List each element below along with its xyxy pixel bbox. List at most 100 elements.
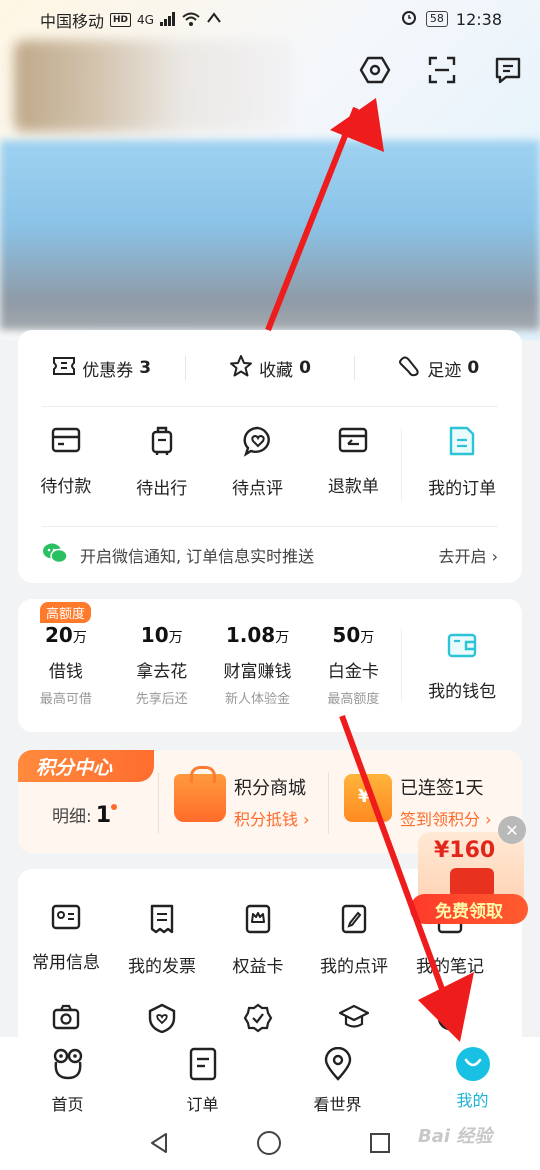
scan-icon[interactable]: [422, 50, 462, 90]
my-wallet-label: 我的钱包: [428, 681, 497, 702]
tab-orders-label: 订单: [186, 1095, 219, 1114]
order-doc-teal-icon: [447, 425, 477, 462]
recents-square-icon[interactable]: [368, 1131, 392, 1159]
wallet-amount: 10万: [141, 623, 183, 647]
shield-heart-icon[interactable]: [114, 1003, 210, 1033]
wechat-notify-row[interactable]: 开启微信通知, 订单信息实时推送 去开启 ›: [42, 540, 498, 570]
coupon-icon: [52, 355, 76, 382]
my-orders-button[interactable]: 我的订单: [402, 425, 522, 515]
tab-explore-label: 看世界: [313, 1095, 362, 1114]
check-in-title: 已连签1天: [400, 778, 484, 799]
bottom-tab-bar: 首页 订单 看世界 我的: [0, 1037, 540, 1119]
refund-button[interactable]: 退款单: [305, 425, 401, 515]
network-type: 4G: [137, 13, 154, 27]
points-detail-value: 1: [95, 803, 112, 828]
settings-hex-icon[interactable]: [355, 50, 395, 90]
carrier-name: 中国移动: [40, 12, 105, 31]
clock-time: 12:38: [455, 9, 502, 29]
invoice-button[interactable]: 我的发票: [114, 903, 210, 977]
points-detail-label: 明细:: [52, 807, 92, 827]
pending-travel-button[interactable]: 待出行: [114, 425, 210, 515]
wallet-teal-icon: [446, 630, 478, 665]
wallet-amount-unit: 万: [168, 630, 183, 646]
pending-payment-button[interactable]: 待付款: [18, 425, 114, 515]
my-reviews-label: 我的点评: [320, 957, 388, 977]
battery-level: 58: [425, 11, 448, 27]
graduation-cap-icon[interactable]: [306, 1003, 402, 1033]
calendar-coin-icon: [344, 774, 392, 822]
wallet-amount: 1.08万: [226, 623, 289, 647]
hd-badge: HD: [110, 13, 132, 27]
favorites-entry[interactable]: 收藏 0: [186, 354, 353, 383]
location-pin-icon: [323, 1046, 353, 1085]
status-bar: 中国移动 HD 4G 58 12:38: [0, 0, 540, 38]
points-mall-title: 积分商城: [234, 778, 306, 799]
camera-icon[interactable]: [18, 1003, 114, 1033]
wealth-entry[interactable]: 1.08万 财富赚钱 新人体验金: [210, 599, 306, 732]
footprint-entry[interactable]: 足迹 0: [355, 354, 522, 383]
benefit-card-label: 权益卡: [232, 957, 284, 977]
favorites-count: 0: [299, 358, 311, 378]
promo-banner-blurred[interactable]: [0, 140, 540, 330]
invoice-label: 我的发票: [128, 957, 196, 977]
points-mall-entry[interactable]: 积分商城 积分抵钱 ›: [174, 766, 310, 830]
home-face-icon: [51, 1047, 85, 1085]
tab-orders[interactable]: 订单: [135, 1037, 270, 1119]
divider: [158, 772, 159, 834]
buy-now-pay-later-entry[interactable]: 10万 拿去花 先享后还: [114, 599, 210, 732]
points-detail[interactable]: 明细: 1: [52, 802, 118, 828]
claim-free-button[interactable]: 免费领取: [410, 894, 528, 924]
footprint-label: 足迹: [427, 360, 462, 381]
enable-notify-link[interactable]: 去开启 ›: [439, 543, 499, 567]
wallet-name: 白金卡: [327, 662, 379, 682]
id-card-icon: [50, 903, 82, 936]
wifi-icon: [182, 11, 200, 30]
pending-review-button[interactable]: 待点评: [210, 425, 306, 515]
home-circle-icon[interactable]: [256, 1130, 282, 1160]
wallet-amount-value: 10: [140, 623, 169, 647]
footprint-icon: [397, 354, 421, 383]
comment-heart-icon: [242, 425, 274, 462]
close-icon[interactable]: ✕: [498, 816, 526, 844]
points-mall-sub: 积分抵钱 ›: [234, 810, 310, 829]
wallet-amount-value: 20: [44, 623, 73, 647]
common-info-button[interactable]: 常用信息: [18, 903, 114, 977]
coupon-entry[interactable]: 优惠券 3: [18, 355, 185, 382]
divider: [42, 526, 498, 527]
pending-review-label: 待点评: [232, 479, 284, 499]
badge-check-icon[interactable]: [210, 1003, 306, 1033]
back-triangle-icon[interactable]: [148, 1131, 170, 1159]
signal-icon: [159, 11, 176, 30]
my-wallet-button[interactable]: 我的钱包: [402, 599, 522, 732]
wallet-row: 高额度 20万 借钱 最高可借 10万 拿去花 先享后还 1.08万 财富赚钱 …: [18, 599, 522, 732]
borrow-entry[interactable]: 高额度 20万 借钱 最高可借: [18, 599, 114, 732]
wallet-amount: 50万: [332, 623, 374, 647]
wallet-name: 拿去花: [136, 662, 188, 682]
order-status-row: 待付款 待出行 待点评 退款单 我的订单: [18, 425, 522, 515]
common-info-label: 常用信息: [32, 953, 100, 973]
tab-explore[interactable]: 看世界: [270, 1037, 405, 1119]
wallet-amount-unit: 万: [72, 630, 87, 646]
wallet-sub: 最高额度: [327, 692, 380, 707]
tab-home-label: 首页: [51, 1095, 84, 1114]
profile-smile-icon: [455, 1047, 490, 1081]
platinum-card-entry[interactable]: 50万 白金卡 最高额度: [305, 599, 401, 732]
tab-mine[interactable]: 我的: [405, 1037, 540, 1119]
divider: [42, 406, 498, 407]
crown-card-icon: [243, 903, 273, 940]
coupon-label: 优惠券: [82, 360, 134, 381]
red-packet-promo[interactable]: ¥160 免费领取 ✕: [410, 816, 530, 936]
my-reviews-button[interactable]: 我的点评: [306, 903, 402, 977]
sync-icon: [206, 11, 222, 30]
divider: [328, 772, 329, 834]
wallet-amount-value: 1.08: [225, 623, 276, 647]
tab-home[interactable]: 首页: [0, 1037, 135, 1119]
profile-area-blurred[interactable]: [14, 40, 294, 132]
points-center-tag[interactable]: 积分中心: [18, 750, 154, 782]
wechat-notify-text: 开启微信通知, 订单信息实时推送: [80, 547, 315, 566]
high-limit-badge: 高额度: [40, 602, 92, 623]
card-icon: [50, 425, 82, 460]
benefit-card-button[interactable]: 权益卡: [210, 903, 306, 977]
circle-icon[interactable]: [402, 1003, 498, 1033]
message-icon[interactable]: [488, 50, 528, 90]
